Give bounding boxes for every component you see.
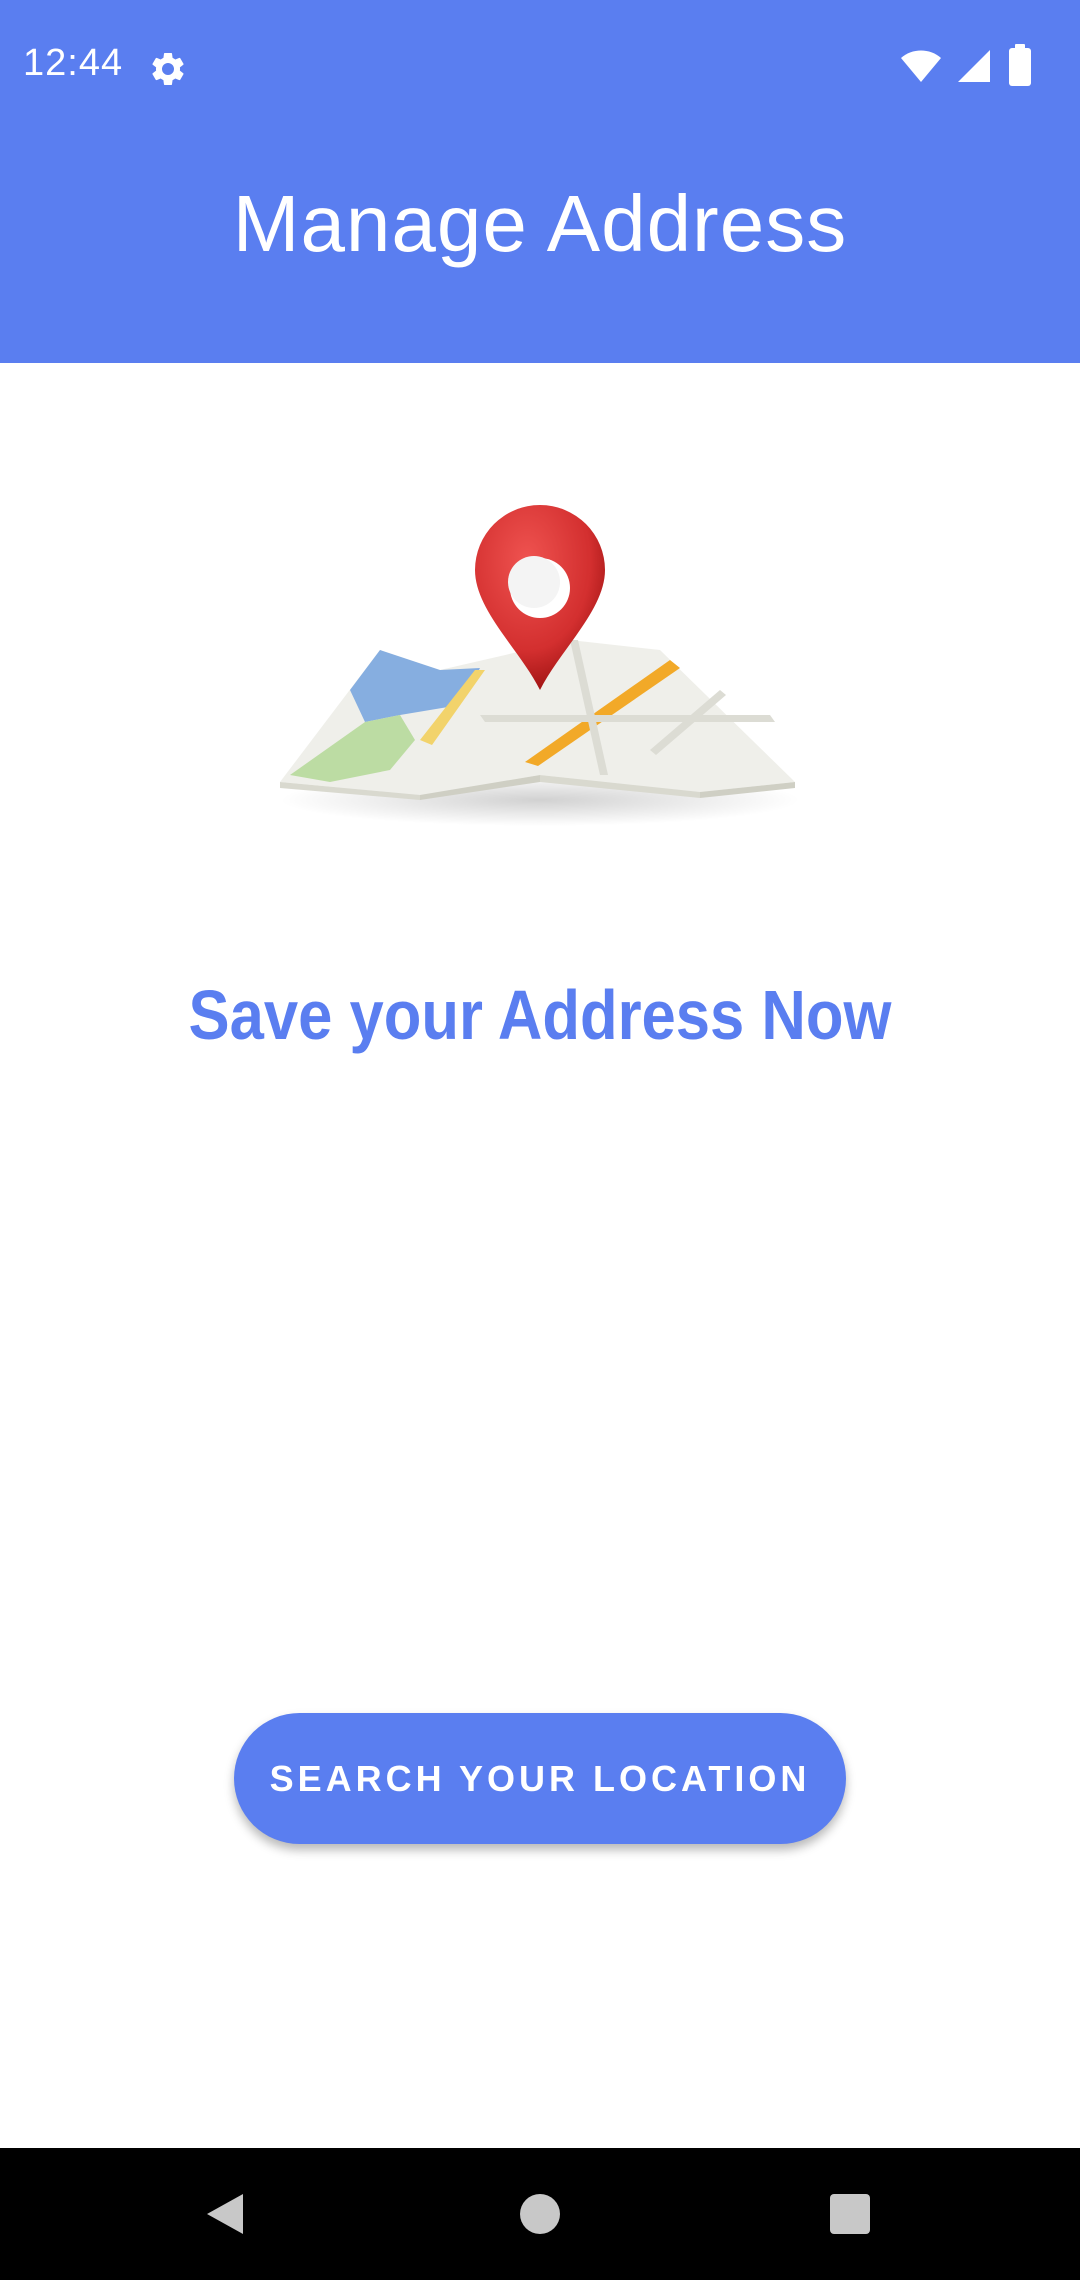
manage-address-screen: 12:44 Manage Address Save your Address N… bbox=[0, 0, 1080, 2280]
back-icon bbox=[207, 2194, 243, 2234]
navigation-bar bbox=[0, 2148, 1080, 2280]
signal-icon bbox=[958, 50, 990, 82]
app-header: 12:44 Manage Address bbox=[0, 0, 1080, 363]
home-icon bbox=[520, 2194, 560, 2234]
wifi-icon bbox=[901, 50, 941, 82]
nav-home-button[interactable] bbox=[440, 2148, 640, 2280]
gear-icon bbox=[148, 49, 188, 89]
nav-recents-button[interactable] bbox=[750, 2148, 950, 2280]
status-bar: 12:44 bbox=[0, 0, 1080, 135]
recents-icon bbox=[830, 2194, 870, 2234]
nav-back-button[interactable] bbox=[125, 2148, 325, 2280]
battery-icon bbox=[1009, 44, 1031, 86]
status-icons bbox=[900, 44, 1060, 88]
headline: Save your Address Now bbox=[188, 976, 892, 1054]
map-pin-illustration bbox=[270, 500, 810, 840]
search-location-button[interactable]: SEARCH YOUR LOCATION bbox=[234, 1713, 846, 1844]
page-title: Manage Address bbox=[232, 179, 848, 268]
status-time: 12:44 bbox=[23, 42, 124, 84]
